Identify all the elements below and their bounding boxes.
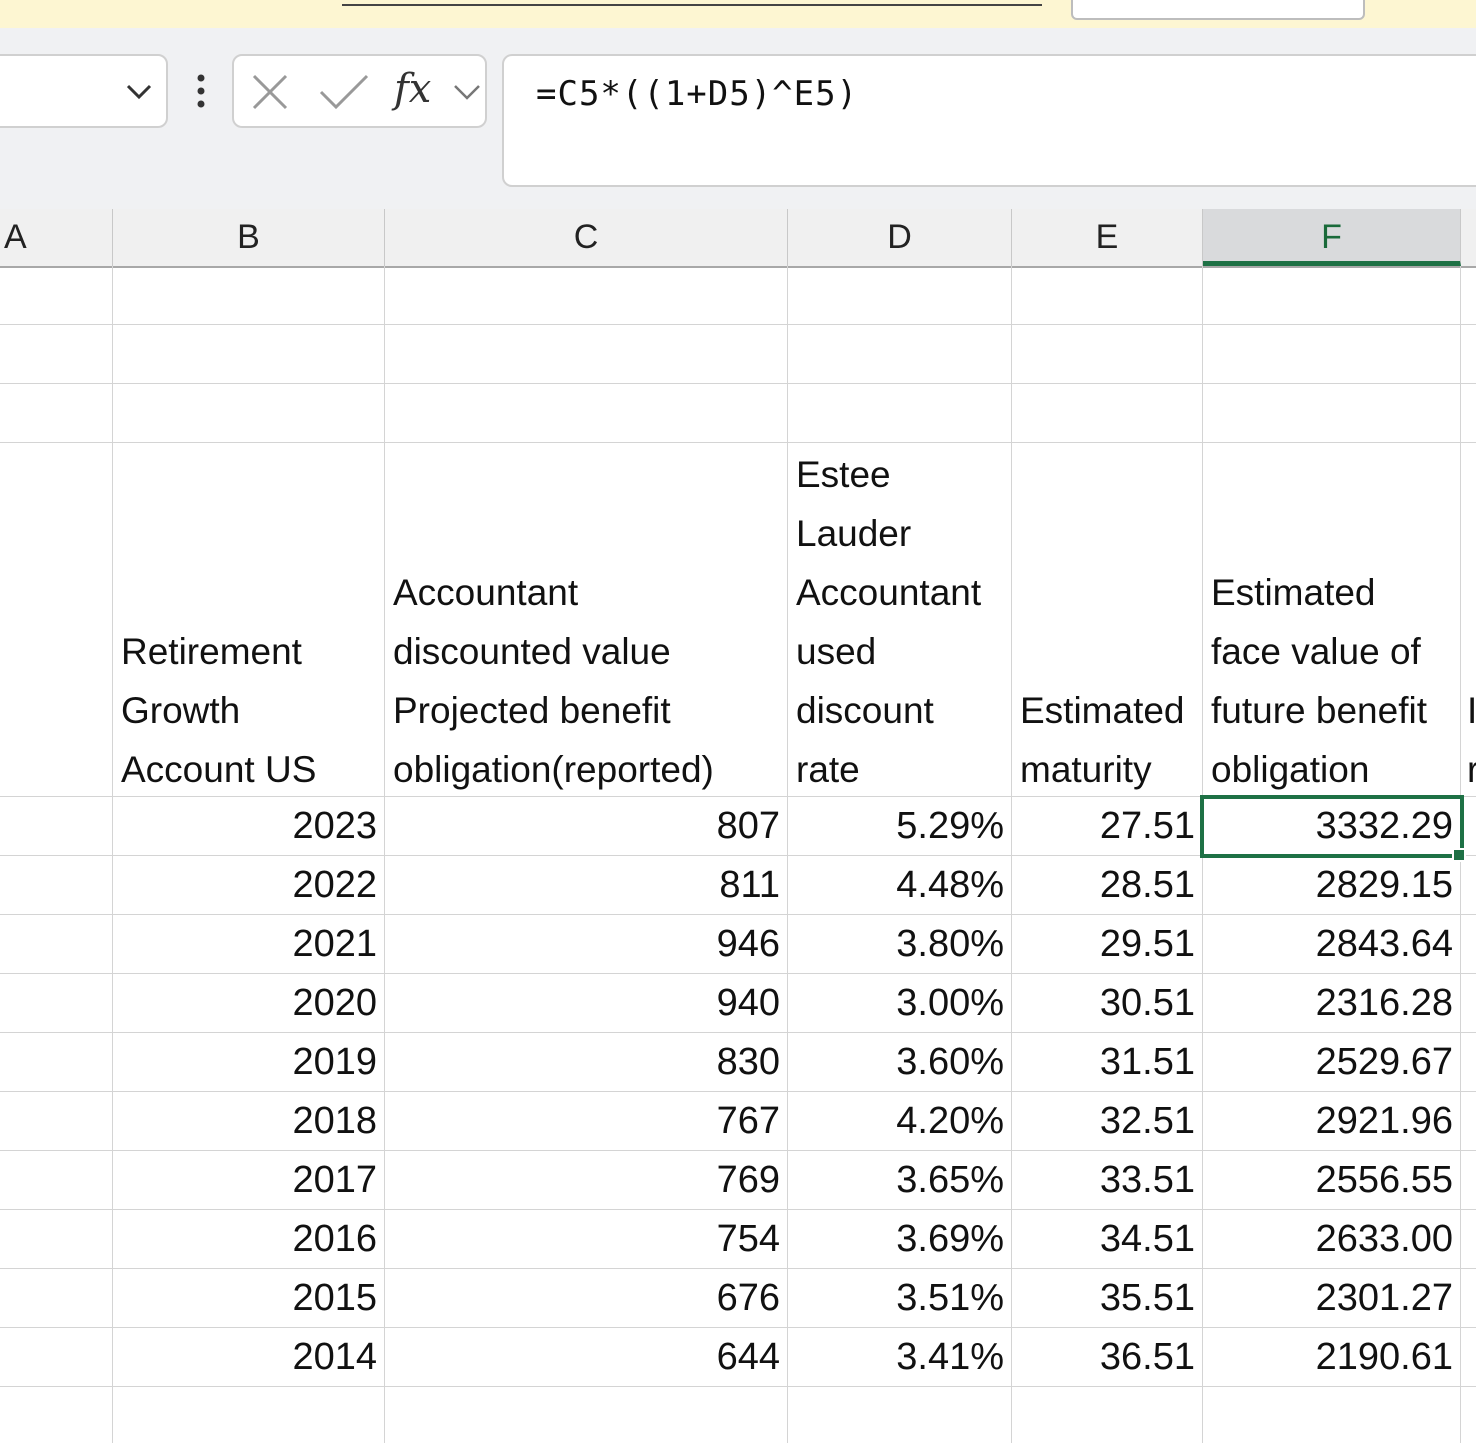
header-cell-estimated-maturity[interactable]: Estimated maturity — [1012, 681, 1203, 799]
maturity-cell[interactable]: 36.51 — [1012, 1328, 1203, 1387]
notification-bar — [0, 0, 1476, 29]
pbo-cell[interactable]: 676 — [385, 1269, 788, 1328]
gridline — [0, 442, 1476, 443]
header-cell-face-value[interactable]: Estimated face value of future benefit o… — [1203, 563, 1461, 799]
notification-action-button[interactable] — [1071, 0, 1365, 20]
pbo-cell[interactable]: 754 — [385, 1210, 788, 1269]
maturity-cell[interactable]: 32.51 — [1012, 1092, 1203, 1151]
year-cell[interactable]: 2023 — [113, 797, 385, 856]
pbo-cell[interactable]: 811 — [385, 856, 788, 915]
rate-cell[interactable]: 3.00% — [788, 974, 1012, 1033]
fill-handle[interactable] — [1452, 848, 1466, 862]
face-value-cell[interactable]: 2190.61 — [1203, 1328, 1461, 1387]
pbo-cell[interactable]: 940 — [385, 974, 788, 1033]
year-cell[interactable]: 2022 — [113, 856, 385, 915]
column-header-e[interactable]: E — [1012, 209, 1203, 266]
year-cell[interactable]: 2021 — [113, 915, 385, 974]
year-cell[interactable]: 2017 — [113, 1151, 385, 1210]
gridline — [0, 324, 1476, 325]
cancel-x-icon[interactable] — [250, 72, 290, 112]
pbo-cell[interactable]: 644 — [385, 1328, 788, 1387]
face-value-cell[interactable]: 2843.64 — [1203, 915, 1461, 974]
pbo-cell[interactable]: 769 — [385, 1151, 788, 1210]
formula-controls: fx — [232, 54, 487, 128]
column-header-row: A B C D E F — [0, 209, 1476, 268]
pbo-cell[interactable]: 767 — [385, 1092, 788, 1151]
column-header-c[interactable]: C — [385, 209, 788, 266]
pbo-cell[interactable]: 946 — [385, 915, 788, 974]
function-fx-icon[interactable]: fx — [394, 66, 431, 112]
year-cell[interactable]: 2018 — [113, 1092, 385, 1151]
rate-cell[interactable]: 3.65% — [788, 1151, 1012, 1210]
column-header-g[interactable] — [1461, 209, 1476, 266]
formula-input[interactable]: =C5*((1+D5)^E5) — [502, 54, 1476, 187]
notification-link[interactable] — [342, 0, 1042, 6]
gridline — [0, 383, 1476, 384]
face-value-cell[interactable]: 2829.15 — [1203, 856, 1461, 915]
header-cell-discount-rate[interactable]: Estee Lauder Accountant used discount ra… — [788, 445, 1012, 799]
rate-cell[interactable]: 3.41% — [788, 1328, 1012, 1387]
chevron-down-icon[interactable] — [122, 76, 156, 106]
maturity-cell[interactable]: 33.51 — [1012, 1151, 1203, 1210]
column-header-d[interactable]: D — [788, 209, 1012, 266]
year-cell[interactable]: 2014 — [113, 1328, 385, 1387]
face-value-cell[interactable]: 2921.96 — [1203, 1092, 1461, 1151]
face-value-cell[interactable]: 2529.67 — [1203, 1033, 1461, 1092]
maturity-cell[interactable]: 35.51 — [1012, 1269, 1203, 1328]
face-value-cell[interactable]: 3332.29 — [1203, 797, 1461, 856]
chevron-down-icon[interactable] — [452, 82, 482, 102]
rate-cell[interactable]: 3.69% — [788, 1210, 1012, 1269]
face-value-cell[interactable]: 2301.27 — [1203, 1269, 1461, 1328]
formula-bar: fx =C5*((1+D5)^E5) — [0, 28, 1476, 209]
column-header-a[interactable]: A — [0, 209, 113, 266]
header-cell-retirement-growth[interactable]: Retirement Growth Account US — [113, 622, 385, 799]
maturity-cell[interactable]: 31.51 — [1012, 1033, 1203, 1092]
rate-cell[interactable]: 4.20% — [788, 1092, 1012, 1151]
year-cell[interactable]: 2015 — [113, 1269, 385, 1328]
rate-cell[interactable]: 3.80% — [788, 915, 1012, 974]
rate-cell[interactable]: 4.48% — [788, 856, 1012, 915]
rate-cell[interactable]: 5.29% — [788, 797, 1012, 856]
rate-cell[interactable]: 3.60% — [788, 1033, 1012, 1092]
pbo-cell[interactable]: 807 — [385, 797, 788, 856]
header-cell-discounted-pbo[interactable]: Accountant discounted value Projected be… — [385, 563, 788, 799]
rate-cell[interactable]: 3.51% — [788, 1269, 1012, 1328]
face-value-cell[interactable]: 2633.00 — [1203, 1210, 1461, 1269]
more-vertical-icon[interactable] — [194, 72, 208, 112]
maturity-cell[interactable]: 34.51 — [1012, 1210, 1203, 1269]
column-header-b[interactable]: B — [113, 209, 385, 266]
year-cell[interactable]: 2020 — [113, 974, 385, 1033]
pbo-cell[interactable]: 830 — [385, 1033, 788, 1092]
maturity-cell[interactable]: 29.51 — [1012, 915, 1203, 974]
face-value-cell[interactable]: 2556.55 — [1203, 1151, 1461, 1210]
name-box[interactable] — [0, 54, 168, 128]
column-header-f[interactable]: F — [1203, 209, 1461, 266]
maturity-cell[interactable]: 27.51 — [1012, 797, 1203, 856]
formula-text: =C5*((1+D5)^E5) — [536, 74, 859, 114]
header-cell-g-partial[interactable]: I r — [1461, 681, 1476, 799]
year-cell[interactable]: 2016 — [113, 1210, 385, 1269]
year-cell[interactable]: 2019 — [113, 1033, 385, 1092]
maturity-cell[interactable]: 28.51 — [1012, 856, 1203, 915]
confirm-check-icon[interactable] — [318, 72, 370, 112]
face-value-cell[interactable]: 2316.28 — [1203, 974, 1461, 1033]
maturity-cell[interactable]: 30.51 — [1012, 974, 1203, 1033]
